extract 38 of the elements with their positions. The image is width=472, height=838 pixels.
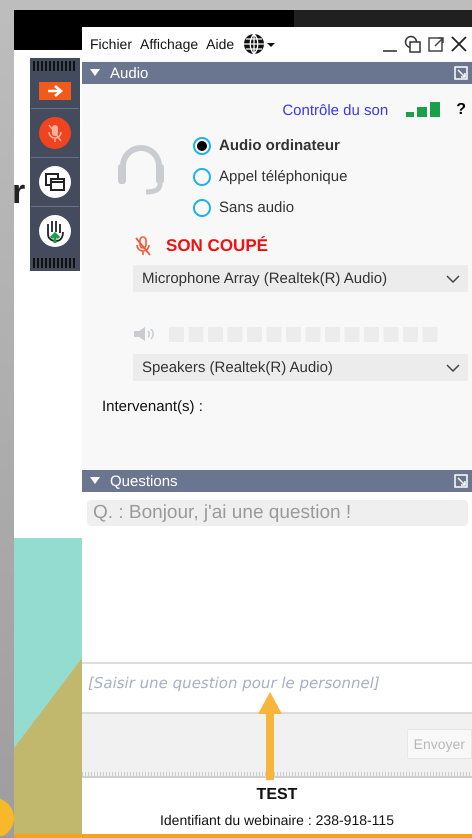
webinar-id: Identifiant du webinaire : 238-918-115 xyxy=(160,812,394,828)
menu-item[interactable]: Affichage xyxy=(137,34,202,54)
panel-title: Questions xyxy=(110,472,178,490)
windows-icon[interactable] xyxy=(39,166,71,198)
close-icon[interactable] xyxy=(450,34,468,52)
restore-icon[interactable] xyxy=(404,34,422,52)
question-input[interactable]: [Saisir une question pour le personnel] xyxy=(82,662,472,714)
radio-option[interactable]: Sans audio xyxy=(193,192,348,223)
slide-text: r xyxy=(12,172,26,212)
undock-icon[interactable] xyxy=(454,474,468,488)
muted-microphone-icon[interactable] xyxy=(39,117,71,149)
radio-option[interactable]: Appel téléphonique xyxy=(193,161,348,192)
panel-header[interactable]: Questions xyxy=(82,470,472,492)
menu-item[interactable]: Fichier xyxy=(87,34,136,54)
signal-bars-icon xyxy=(406,102,442,118)
arrow-button-icon[interactable] xyxy=(39,82,71,100)
radio-option[interactable]: Audio ordinateur xyxy=(193,130,348,161)
chevron-down-icon xyxy=(446,364,460,372)
sound-control-link[interactable]: Contrôle du son xyxy=(282,102,388,118)
webinar-title: TEST xyxy=(256,786,298,804)
menu-item[interactable]: Aide xyxy=(203,34,238,54)
panel-header[interactable]: Audio xyxy=(82,62,472,84)
help-button[interactable]: ? xyxy=(456,101,466,119)
panel-title: Audio xyxy=(110,64,148,82)
globe-dropdown-icon[interactable] xyxy=(242,32,276,56)
collapse-triangle-icon[interactable] xyxy=(90,69,100,77)
grip-handle[interactable] xyxy=(33,258,77,268)
popout-icon[interactable] xyxy=(427,34,445,52)
mute-status: SON COUPÉ xyxy=(166,236,268,256)
circle-drawing xyxy=(0,796,14,836)
chevron-down-icon xyxy=(446,274,460,282)
collapse-triangle-icon[interactable] xyxy=(90,477,100,485)
presenters-label: Intervenant(s) : xyxy=(101,397,204,415)
undock-icon[interactable] xyxy=(454,66,468,80)
dropdown[interactable]: Microphone Array (Realtek(R) Audio) xyxy=(133,265,468,292)
dropdown[interactable]: Speakers (Realtek(R) Audio) xyxy=(133,354,468,381)
grip-handle[interactable] xyxy=(33,61,77,71)
raise-hand-icon[interactable] xyxy=(39,215,71,247)
